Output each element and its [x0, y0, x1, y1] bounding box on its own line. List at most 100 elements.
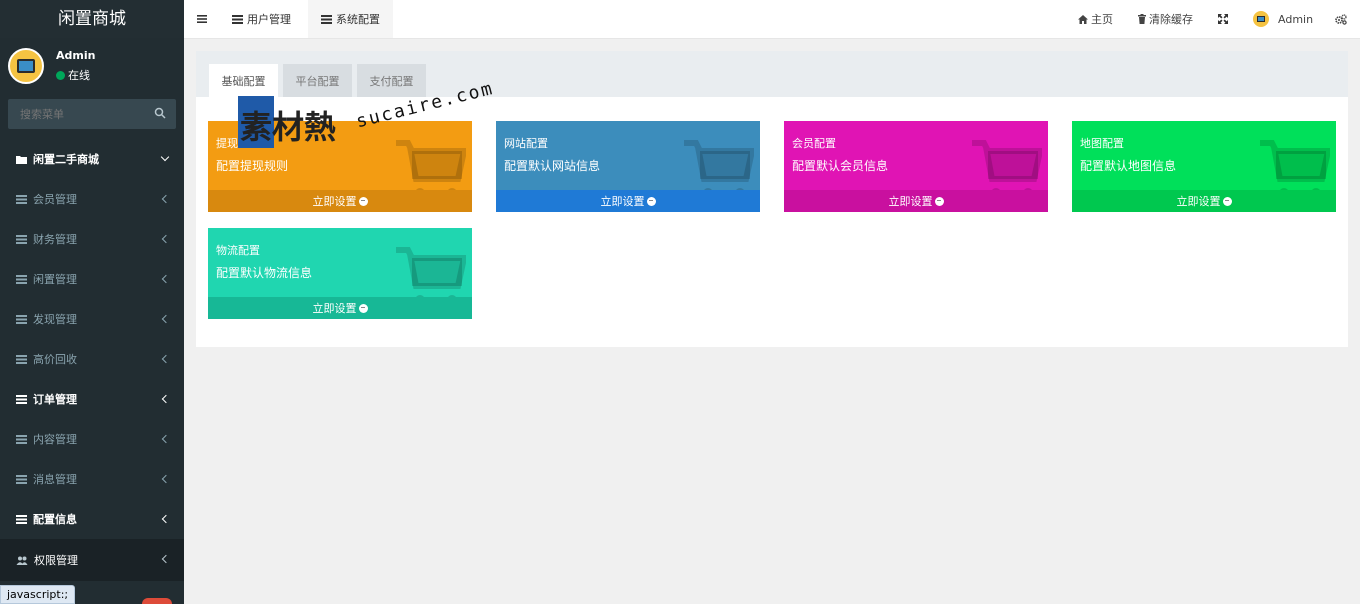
- tab-label: 用户管理: [247, 13, 291, 26]
- card-action-label: 立即设置: [888, 195, 933, 208]
- home-link[interactable]: 主页: [1078, 0, 1113, 38]
- list-icon: [16, 274, 27, 284]
- sidebar-search: [8, 99, 176, 129]
- notification-badge: [142, 598, 172, 604]
- chevron-left-icon: [161, 234, 171, 244]
- card-action[interactable]: 立即设置: [496, 190, 760, 212]
- list-icon: [16, 234, 27, 244]
- card-desc: 配置提现规则: [216, 159, 289, 173]
- sidebar-item-messages[interactable]: 消息管理: [0, 459, 184, 499]
- sidebar-menu: 闲置二手商城 会员管理 财务管理 闲置管理 发现管理 高价回收 订单管理 内容管…: [0, 139, 184, 581]
- avatar-small: [1253, 11, 1269, 27]
- home-icon: [1078, 14, 1088, 24]
- card-action-label: 立即设置: [312, 195, 357, 208]
- search-icon[interactable]: [154, 107, 166, 119]
- clear-cache-label: 清除缓存: [1149, 13, 1193, 26]
- chevron-down-icon: [160, 152, 170, 162]
- tab-platform-config[interactable]: 平台配置: [283, 64, 352, 97]
- list-icon: [16, 434, 27, 444]
- config-card-map: 地图配置 配置默认地图信息 立即设置: [1072, 121, 1336, 212]
- sidebar-item-label: 财务管理: [33, 233, 77, 246]
- list-icon: [16, 194, 27, 204]
- arrow-circle-right-icon: [1222, 196, 1232, 206]
- settings-button[interactable]: [1335, 0, 1347, 38]
- tab-system-config[interactable]: 系统配置: [308, 0, 393, 38]
- sidebar-item-recycle[interactable]: 高价回收: [0, 339, 184, 379]
- home-label: 主页: [1091, 13, 1113, 26]
- card-desc: 配置默认地图信息: [1080, 159, 1177, 173]
- chevron-left-icon: [161, 354, 171, 364]
- tab-payment-config[interactable]: 支付配置: [357, 64, 426, 97]
- search-input[interactable]: [8, 99, 148, 129]
- list-icon: [16, 354, 27, 364]
- folder-icon: [16, 155, 27, 164]
- chevron-left-icon: [161, 434, 171, 444]
- status-tooltip: javascript:;: [0, 585, 76, 604]
- sidebar-item-config[interactable]: 配置信息: [0, 499, 184, 539]
- chevron-left-icon: [161, 194, 171, 204]
- sidebar-item-finance[interactable]: 财务管理: [0, 219, 184, 259]
- menu-toggle-icon[interactable]: [197, 14, 207, 24]
- online-dot-icon: [56, 70, 65, 80]
- user-menu-label: Admin: [1278, 12, 1314, 26]
- watermark-cn: 素材熱: [240, 108, 337, 146]
- card-desc: 配置默认会员信息: [792, 159, 889, 173]
- card-desc: 配置默认物流信息: [216, 266, 313, 280]
- card-title: 提现: [216, 137, 238, 150]
- card-title: 会员配置: [792, 137, 836, 150]
- config-card-website: 网站配置 配置默认网站信息 立即设置: [496, 121, 760, 212]
- top-navbar: 用户管理 系统配置 主页 清除缓存 Admin: [184, 0, 1360, 39]
- sidebar: 闲置商城 Admin 在线 闲置二手商城 会员管理 财务管理: [0, 0, 184, 604]
- sidebar-item-label: 会员管理: [33, 193, 77, 206]
- tab-user-management[interactable]: 用户管理: [222, 0, 301, 38]
- sidebar-item-label: 高价回收: [33, 353, 77, 366]
- list-icon: [16, 394, 27, 404]
- users-icon: [16, 556, 28, 565]
- sidebar-section-mall[interactable]: 闲置二手商城: [0, 139, 184, 179]
- chevron-left-icon: [161, 314, 171, 324]
- chevron-left-icon: [161, 394, 171, 404]
- card-action-label: 立即设置: [312, 302, 357, 315]
- card-desc: 配置默认网站信息: [504, 159, 601, 173]
- arrow-circle-right-icon: [358, 196, 368, 206]
- tab-basic-config[interactable]: 基础配置: [209, 64, 278, 97]
- arrow-circle-right-icon: [358, 303, 368, 313]
- user-panel: Admin 在线: [0, 38, 184, 95]
- config-panel: 基础配置 平台配置 支付配置 提现 配置提现规则 立即设置 网站配置 配置默认网…: [196, 51, 1348, 347]
- tab-label: 系统配置: [336, 13, 380, 26]
- card-title: 地图配置: [1080, 137, 1124, 150]
- sidebar-item-idle[interactable]: 闲置管理: [0, 259, 184, 299]
- card-action-label: 立即设置: [600, 195, 645, 208]
- sidebar-item-discover[interactable]: 发现管理: [0, 299, 184, 339]
- app-logo[interactable]: 闲置商城: [0, 0, 184, 38]
- sidebar-item-content[interactable]: 内容管理: [0, 419, 184, 459]
- user-status: 在线: [56, 67, 90, 83]
- card-title: 物流配置: [216, 244, 260, 257]
- arrow-circle-right-icon: [934, 196, 944, 206]
- chevron-left-icon: [161, 514, 171, 524]
- sidebar-section-label: 闲置二手商城: [33, 153, 99, 166]
- arrow-circle-right-icon: [646, 196, 656, 206]
- list-icon: [321, 14, 332, 24]
- avatar: [8, 48, 44, 84]
- sidebar-item-members[interactable]: 会员管理: [0, 179, 184, 219]
- sidebar-item-label: 闲置管理: [33, 273, 77, 286]
- list-icon: [16, 474, 27, 484]
- card-action[interactable]: 立即设置: [784, 190, 1048, 212]
- sidebar-item-orders[interactable]: 订单管理: [0, 379, 184, 419]
- sidebar-item-label: 内容管理: [33, 433, 77, 446]
- fullscreen-icon: [1218, 14, 1228, 24]
- fullscreen-button[interactable]: [1218, 0, 1228, 38]
- config-card-logistics: 物流配置 配置默认物流信息 立即设置: [208, 228, 472, 319]
- card-action[interactable]: 立即设置: [208, 190, 472, 212]
- user-name: Admin: [56, 49, 96, 62]
- gears-icon: [1335, 13, 1347, 25]
- card-action[interactable]: 立即设置: [208, 297, 472, 319]
- user-menu[interactable]: Admin: [1253, 0, 1313, 38]
- sidebar-item-label: 消息管理: [33, 473, 77, 486]
- sidebar-item-label: 权限管理: [34, 554, 78, 567]
- sidebar-item-permissions[interactable]: 权限管理: [0, 539, 184, 581]
- card-action[interactable]: 立即设置: [1072, 190, 1336, 212]
- trash-icon: [1138, 14, 1146, 24]
- clear-cache-button[interactable]: 清除缓存: [1138, 0, 1193, 38]
